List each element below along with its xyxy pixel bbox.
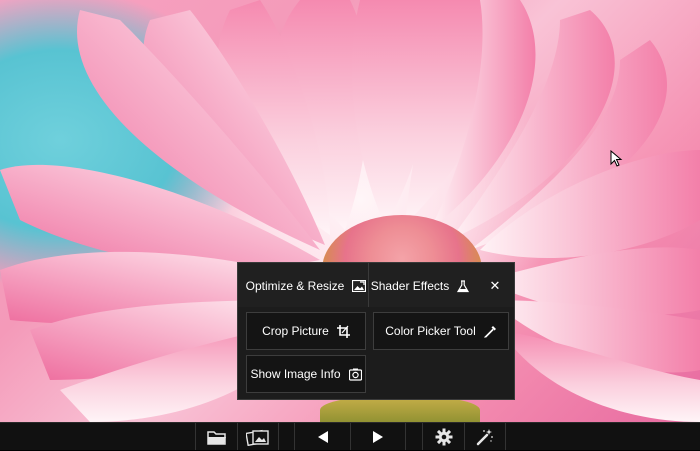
magic-wand-icon: [476, 428, 493, 445]
arrow-right-icon: [373, 430, 383, 443]
crop-icon: [336, 324, 350, 338]
shader-effects-button[interactable]: Shader Effects: [368, 271, 472, 301]
open-folder-button[interactable]: [195, 423, 237, 450]
camera-info-icon: [348, 368, 362, 381]
effects-button[interactable]: [464, 423, 506, 450]
close-button[interactable]: ✕: [480, 271, 510, 301]
color-picker-tool-button[interactable]: Color Picker Tool: [373, 312, 509, 350]
shader-effects-label: Shader Effects: [370, 279, 450, 293]
mouse-cursor-icon: [610, 150, 623, 167]
next-button[interactable]: [350, 423, 406, 450]
image-actions-menu: Optimize & Resize Shader Effects ✕ Crop …: [237, 262, 515, 400]
crop-picture-label: Crop Picture: [262, 324, 329, 338]
flask-icon: [457, 279, 470, 292]
gear-icon: [435, 428, 452, 445]
settings-button[interactable]: [422, 423, 464, 450]
arrow-left-icon: [317, 430, 328, 443]
show-image-info-button[interactable]: Show Image Info: [246, 355, 366, 393]
toolbar-tools-group: [422, 423, 506, 451]
toolbar-navigation-group: [294, 423, 406, 451]
gallery-button[interactable]: [237, 423, 279, 450]
previous-button[interactable]: [294, 423, 350, 450]
optimize-resize-button[interactable]: Optimize & Resize: [245, 271, 367, 301]
show-image-info-label: Show Image Info: [250, 367, 341, 381]
toolbar-file-group: [195, 423, 279, 451]
bottom-toolbar: [0, 422, 700, 450]
color-picker-tool-label: Color Picker Tool: [385, 324, 476, 338]
eyedropper-icon: [483, 325, 496, 337]
close-icon: ✕: [489, 278, 501, 294]
image-resize-icon: [352, 280, 367, 292]
crop-picture-button[interactable]: Crop Picture: [246, 312, 366, 350]
optimize-resize-label: Optimize & Resize: [245, 279, 345, 293]
folder-icon: [206, 430, 226, 445]
images-icon: [246, 429, 269, 446]
